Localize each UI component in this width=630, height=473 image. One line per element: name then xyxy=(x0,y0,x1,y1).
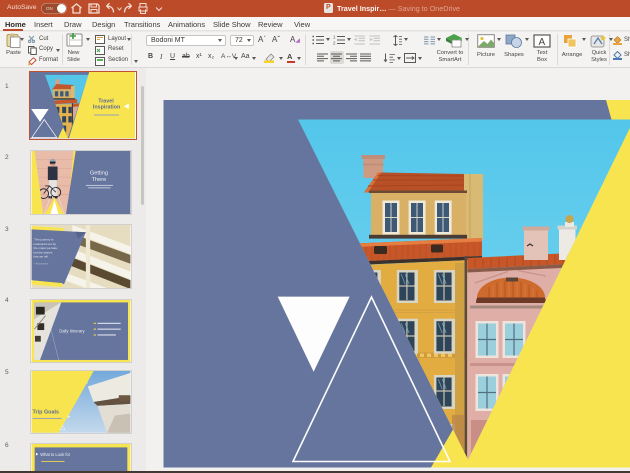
svg-text:that we tell.: that we tell. xyxy=(33,254,48,258)
svg-text:2: 2 xyxy=(333,41,336,46)
svg-text:What to Look for: What to Look for xyxy=(40,452,70,457)
svg-text:There: There xyxy=(91,177,106,183)
svg-text:Inspiration: Inspiration xyxy=(93,105,120,111)
svg-text:A: A xyxy=(539,37,546,48)
svg-text:Trip Goals: Trip Goals xyxy=(32,410,58,416)
svg-text:Getting: Getting xyxy=(89,170,107,176)
svg-text:1: 1 xyxy=(333,35,336,40)
svg-text:Daily Itinerary: Daily Itinerary xyxy=(59,328,85,333)
svg-text:—Anonymous: —Anonymous xyxy=(33,263,48,266)
